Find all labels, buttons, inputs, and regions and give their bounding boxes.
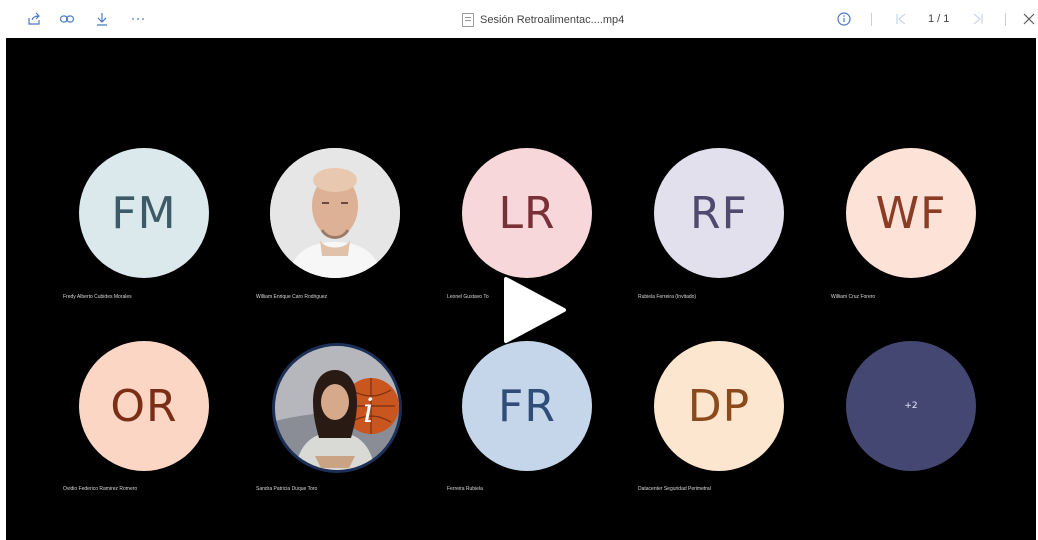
play-button[interactable]	[498, 275, 568, 345]
last-page-icon[interactable]	[968, 9, 988, 29]
participant-avatar: OR	[79, 341, 209, 471]
participant-initials: OR	[110, 380, 178, 432]
participant-name: Ovidio Federico Ramirez Romero	[63, 486, 138, 492]
overflow-count: +2	[904, 401, 918, 411]
first-page-icon[interactable]	[891, 9, 911, 29]
participant-photo: i	[272, 343, 402, 473]
woman-photo: i	[275, 346, 399, 470]
participant-initials: DP	[687, 380, 751, 432]
participant-avatar: FR	[462, 341, 592, 471]
file-name: Sesión Retroalimentac....mp4	[480, 14, 625, 26]
participant-avatar: RF	[654, 148, 784, 278]
divider	[1005, 13, 1006, 26]
participant-initials: WF	[875, 187, 947, 239]
play-icon	[504, 277, 566, 343]
participant-name: Sandra Patricia Duque Toro	[256, 486, 318, 492]
viewer-toolbar: Sesión Retroalimentac....mp4 1 / 1	[0, 0, 1038, 38]
participant-photo	[270, 148, 400, 278]
download-icon[interactable]	[92, 9, 112, 29]
share-icon[interactable]	[24, 9, 44, 29]
close-icon[interactable]	[1019, 9, 1038, 29]
svg-text:i: i	[363, 391, 375, 431]
participant-name: Ferreira Rubiela	[447, 486, 483, 492]
link-icon[interactable]	[57, 9, 77, 29]
participant-initials: FM	[111, 187, 177, 239]
participant-avatar: LR	[462, 148, 592, 278]
participant-name: William Cruz Forero	[831, 294, 876, 300]
participant-initials: FR	[498, 380, 556, 432]
participant-name: William Enrique Caro Rodriguez	[256, 294, 328, 300]
participant-initials: LR	[498, 187, 556, 239]
man-photo	[270, 148, 400, 278]
participant-name: Fredy Alberto Cubides Morales	[63, 294, 132, 300]
overflow-participants-badge: +2	[846, 341, 976, 471]
participant-avatar: FM	[79, 148, 209, 278]
info-icon[interactable]	[834, 9, 854, 29]
file-title: Sesión Retroalimentac....mp4	[462, 12, 624, 28]
video-frame[interactable]: FM Fredy Alberto Cubides Morales William…	[6, 38, 1036, 540]
participant-name: Datacenter Seguridad Perimetral	[638, 486, 711, 492]
participant-initials: RF	[690, 187, 748, 239]
video-file-icon	[462, 13, 474, 27]
participant-name: Rubiela Ferreira (Invitado)	[638, 294, 697, 300]
divider	[871, 13, 872, 26]
more-icon[interactable]	[128, 9, 148, 29]
participant-avatar: WF	[846, 148, 976, 278]
participant-avatar: DP	[654, 341, 784, 471]
participant-name: Leonel Gustavo To	[447, 294, 489, 300]
page-indicator: 1 / 1	[928, 13, 950, 25]
